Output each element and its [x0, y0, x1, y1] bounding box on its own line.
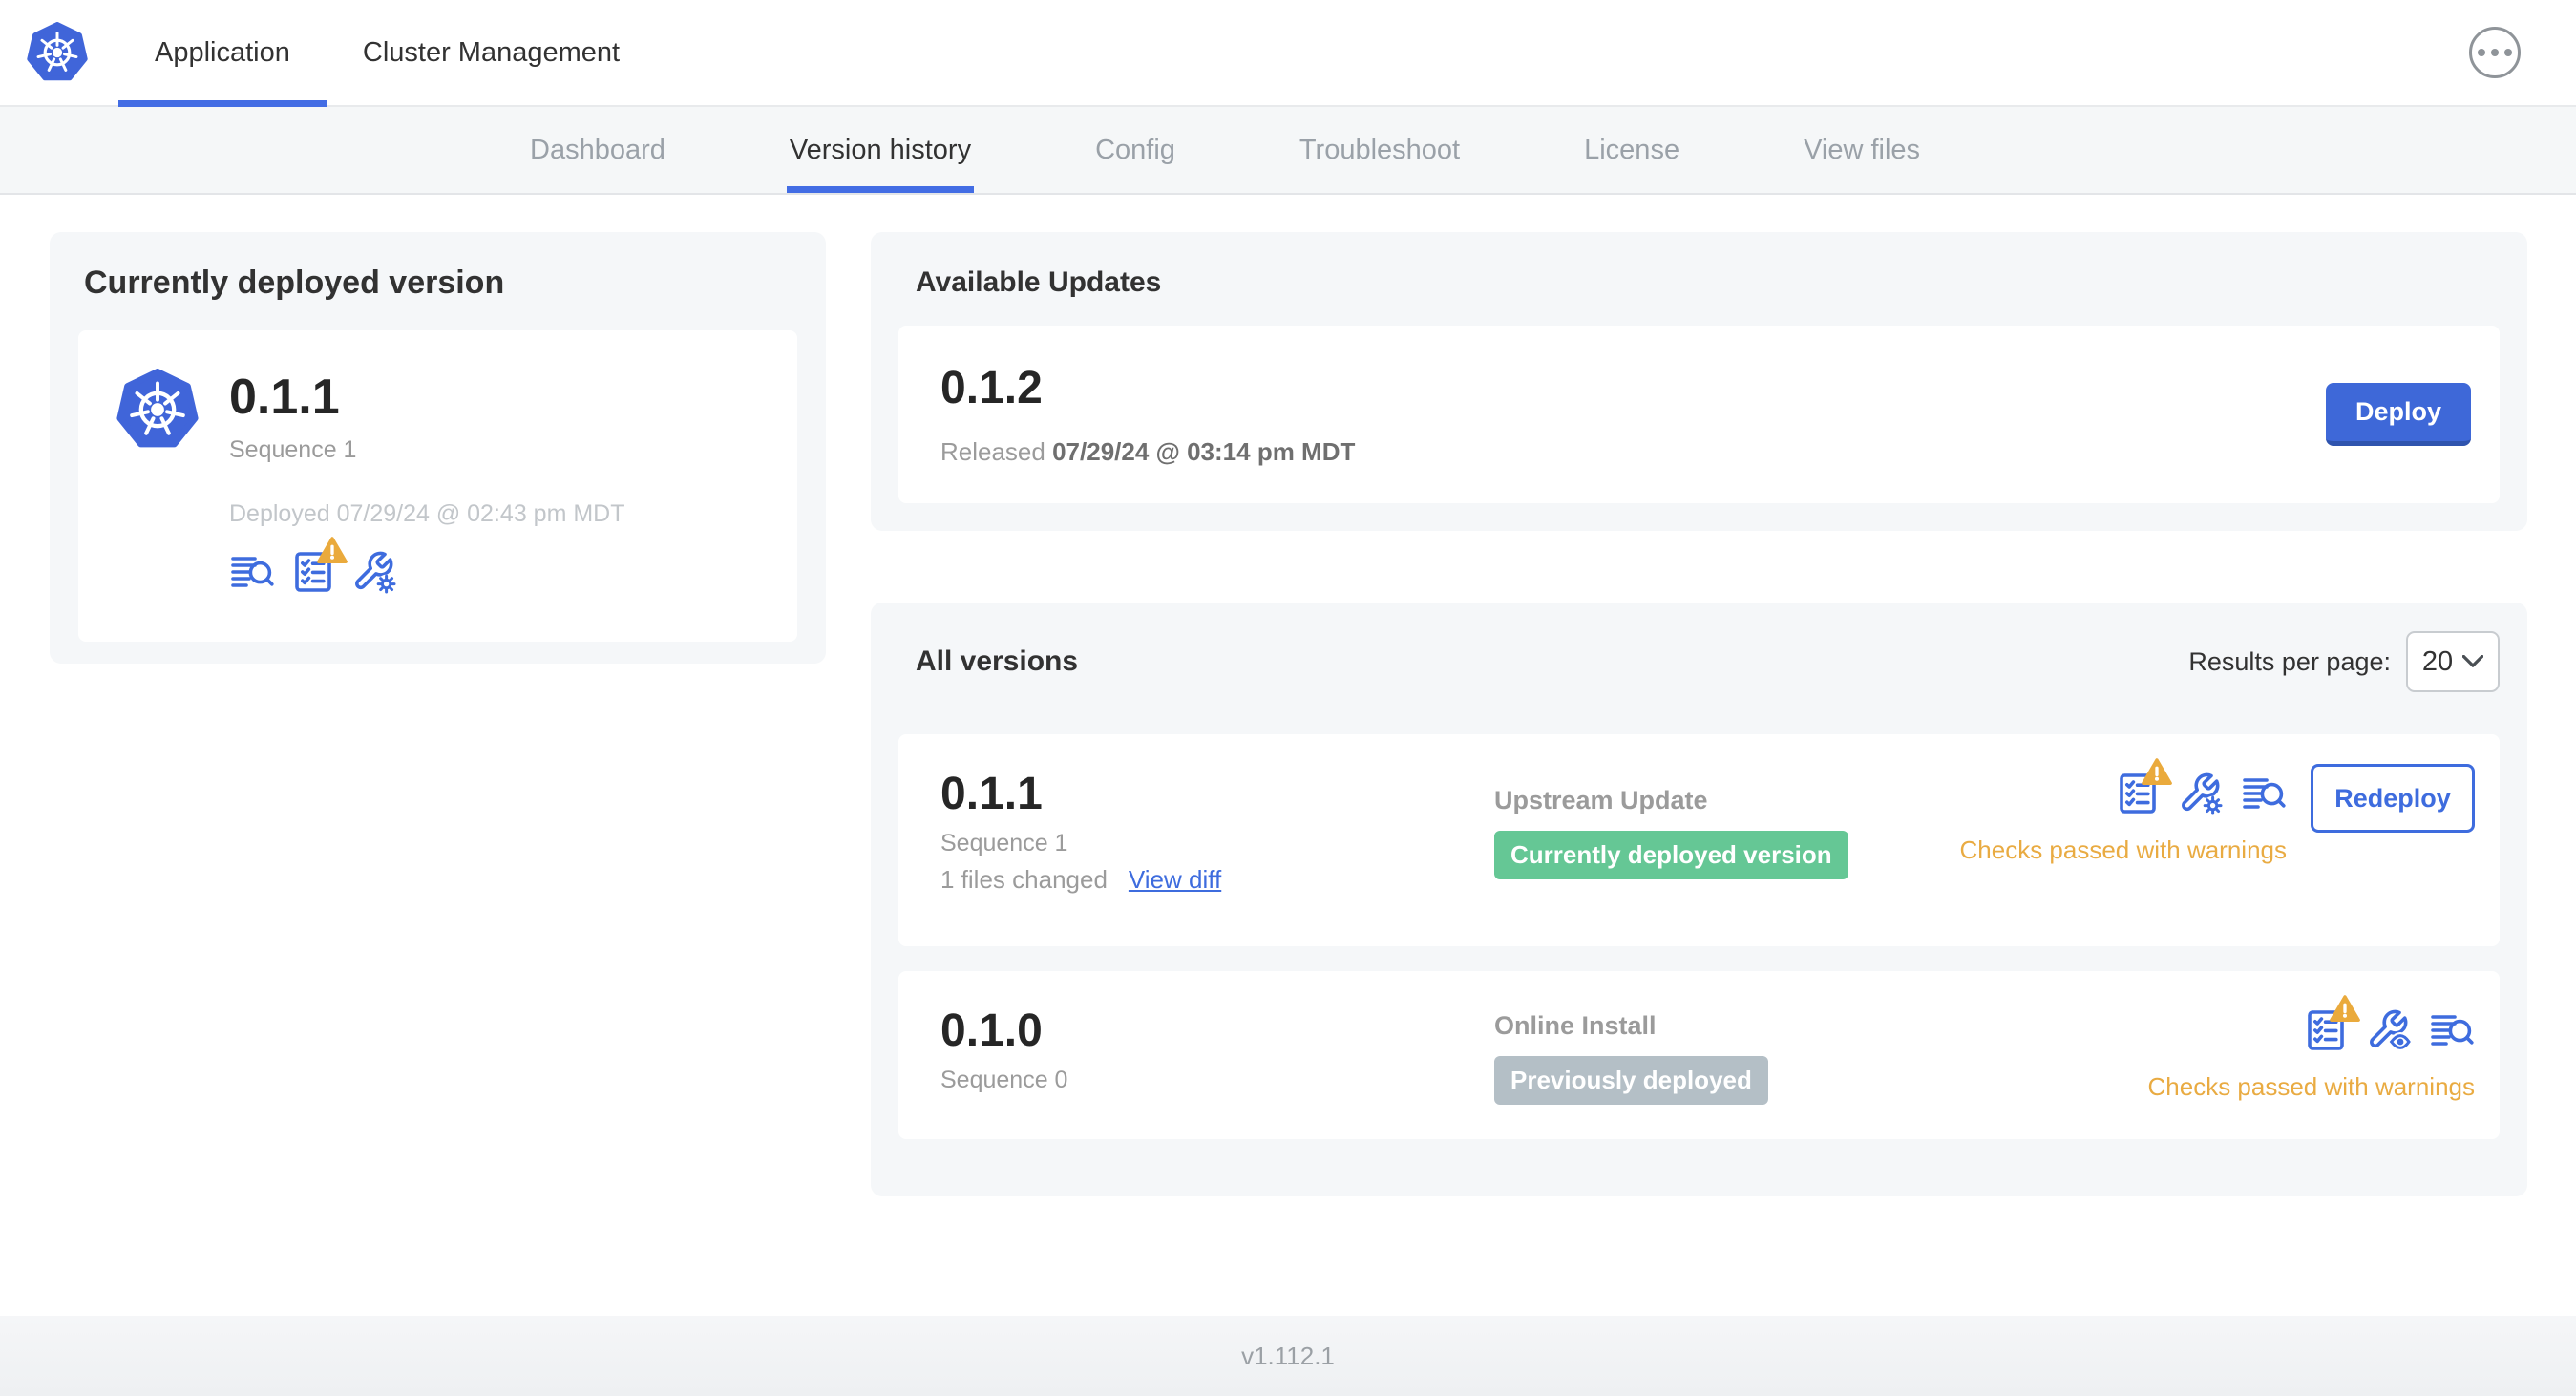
page-footer: v1.112.1: [0, 1316, 2576, 1396]
current-version-info: 0.1.1 Sequence 1 Deployed 07/29/24 @ 02:…: [229, 369, 625, 603]
subnav-tab-version-history[interactable]: Version history: [786, 107, 975, 193]
tab-application[interactable]: Application: [118, 0, 327, 107]
preflight-checks-warning-icon[interactable]: [2303, 995, 2360, 1053]
row-source-label: Online Install: [1494, 1011, 1657, 1040]
release-notes-icon[interactable]: [229, 549, 275, 595]
currently-deployed-title: Currently deployed version: [84, 264, 505, 301]
edit-config-icon[interactable]: [351, 549, 397, 595]
warning-triangle-icon: [2142, 758, 2172, 785]
row-actions-icons: Checks passed with warnings: [2147, 995, 2476, 1102]
row-version-number: 0.1.0: [940, 1005, 1043, 1056]
tab-application-label: Application: [155, 36, 290, 68]
preflight-checks-warning-icon[interactable]: [2115, 758, 2172, 816]
app-level-tabs: Application Cluster Management: [118, 0, 656, 107]
all-versions-card: All versions Results per page: 20 0.1.1 …: [871, 603, 2527, 1196]
warning-triangle-icon: [317, 537, 348, 564]
top-navigation-bar: Application Cluster Management: [0, 0, 2576, 107]
currently-deployed-panel: 0.1.1 Sequence 1 Deployed 07/29/24 @ 02:…: [78, 330, 797, 642]
version-row-source: Online Install Previously deployed: [1494, 1007, 2148, 1139]
tab-cluster-management-label: Cluster Management: [362, 36, 621, 68]
all-versions-title: All versions: [916, 645, 1079, 677]
currently-deployed-badge: Currently deployed version: [1494, 831, 1848, 879]
subnav-tab-troubleshoot[interactable]: Troubleshoot: [1297, 107, 1463, 193]
overflow-menu-button[interactable]: [2469, 27, 2521, 78]
row-sequence: Sequence 0: [940, 1067, 1068, 1094]
subnav-tab-dashboard[interactable]: Dashboard: [527, 107, 668, 193]
results-per-page: Results per page: 20: [2188, 631, 2500, 692]
preflight-checks-warning-icon[interactable]: [290, 537, 348, 595]
checks-status-text: Checks passed with warnings: [1959, 835, 2288, 864]
version-row-actions: Checks passed with warnings Redeploy: [1959, 758, 2475, 946]
row-source-label: Upstream Update: [1494, 786, 1708, 814]
row-files-changed: 1 files changed View diff: [940, 865, 1222, 895]
update-info: 0.1.2 Released 07/29/24 @ 03:14 pm MDT: [940, 362, 1355, 467]
row-actions-icons: Checks passed with warnings: [1959, 758, 2288, 865]
version-row-actions: Checks passed with warnings: [2147, 995, 2476, 1139]
checks-status-text: Checks passed with warnings: [2147, 1072, 2476, 1101]
chevron-down-icon: [2462, 655, 2484, 667]
view-config-icon[interactable]: [2366, 1007, 2412, 1053]
previously-deployed-badge: Previously deployed: [1494, 1056, 1768, 1105]
subnav-tab-config[interactable]: Config: [1092, 107, 1178, 193]
current-version-actions: [229, 537, 625, 595]
update-released-date: Released 07/29/24 @ 03:14 pm MDT: [940, 437, 1356, 466]
tab-cluster-management[interactable]: Cluster Management: [327, 0, 656, 105]
results-per-page-select[interactable]: 20: [2406, 631, 2500, 692]
available-updates-card: Available Updates 0.1.2 Released 07/29/2…: [871, 232, 2527, 531]
application-subnav: Dashboard Version history Config Trouble…: [0, 107, 2576, 195]
subnav-tab-view-files[interactable]: View files: [1801, 107, 1923, 193]
version-history-page: Application Cluster Management Dashboard…: [0, 0, 2576, 1396]
version-row-source: Upstream Update Currently deployed versi…: [1494, 771, 1960, 946]
available-update-row: 0.1.2 Released 07/29/24 @ 03:14 pm MDT D…: [898, 326, 2500, 503]
subnav-tab-license[interactable]: License: [1581, 107, 1682, 193]
currently-deployed-card: Currently deployed version 0.1.1 Sequenc…: [50, 232, 826, 664]
ellipsis-icon: [2478, 49, 2485, 56]
admin-console-version: v1.112.1: [1241, 1341, 1335, 1370]
row-sequence: Sequence 1: [940, 830, 1068, 857]
current-version-sequence: Sequence 1: [229, 436, 357, 464]
app-icon-kubernetes: [116, 369, 199, 603]
version-row-0-1-1: 0.1.1 Sequence 1 1 files changed View di…: [898, 734, 2500, 946]
current-version-deployed-date: Deployed 07/29/24 @ 02:43 pm MDT: [229, 500, 625, 528]
release-notes-icon[interactable]: [2429, 1007, 2475, 1053]
redeploy-button[interactable]: Redeploy: [2311, 764, 2475, 833]
view-diff-link[interactable]: View diff: [1129, 865, 1221, 895]
release-notes-icon[interactable]: [2241, 771, 2287, 816]
edit-config-icon[interactable]: [2178, 771, 2224, 816]
available-updates-title: Available Updates: [916, 266, 1162, 298]
update-version-number: 0.1.2: [940, 363, 1043, 413]
kubernetes-logo: [27, 0, 88, 105]
row-version-number: 0.1.1: [940, 769, 1043, 819]
current-version-number: 0.1.1: [229, 370, 340, 425]
version-row-info: 0.1.0 Sequence 0: [940, 1005, 1494, 1139]
deploy-button[interactable]: Deploy: [2326, 383, 2471, 446]
warning-triangle-icon: [2330, 995, 2360, 1023]
version-row-0-1-0: 0.1.0 Sequence 0 Online Install Previous…: [898, 971, 2500, 1139]
all-versions-header: All versions Results per page: 20: [898, 631, 2500, 692]
results-per-page-label: Results per page:: [2188, 646, 2391, 676]
version-row-info: 0.1.1 Sequence 1 1 files changed View di…: [940, 769, 1494, 946]
